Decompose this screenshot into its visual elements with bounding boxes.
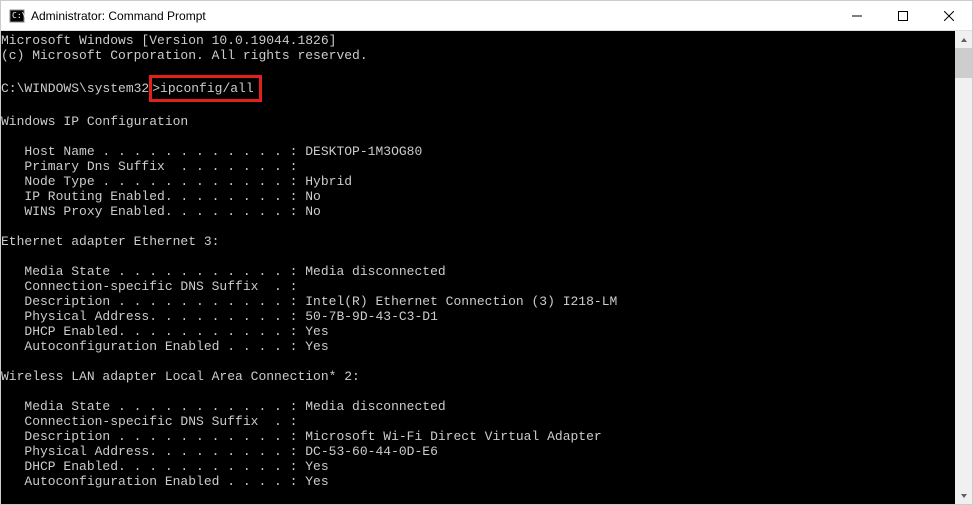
terminal-output[interactable]: Microsoft Windows [Version 10.0.19044.18… <box>1 31 955 504</box>
eth3-physical: Physical Address. . . . . . . . . : 50-7… <box>1 309 438 324</box>
host-name-line: Host Name . . . . . . . . . . . . : DESK… <box>1 144 422 159</box>
eth3-dhcp: DHCP Enabled. . . . . . . . . . . : Yes <box>1 324 329 339</box>
prompt-command: >ipconfig/all <box>152 81 253 96</box>
eth3-media-state: Media State . . . . . . . . . . . : Medi… <box>1 264 446 279</box>
wlan2-conn-suffix: Connection-specific DNS Suffix . : <box>1 414 297 429</box>
svg-text:C:\: C:\ <box>12 11 25 20</box>
window-controls <box>834 1 972 30</box>
window-title: Administrator: Command Prompt <box>31 9 834 23</box>
scrollbar-down-button[interactable] <box>955 487 972 504</box>
maximize-button[interactable] <box>880 1 926 30</box>
copyright-line: (c) Microsoft Corporation. All rights re… <box>1 48 368 63</box>
section-wlan2: Wireless LAN adapter Local Area Connecti… <box>1 369 360 384</box>
scrollbar-up-button[interactable] <box>955 31 972 48</box>
command-highlight: >ipconfig/all <box>149 75 261 102</box>
scrollbar-track[interactable] <box>955 48 972 487</box>
close-button[interactable] <box>926 1 972 30</box>
section-ipconfig: Windows IP Configuration <box>1 114 188 129</box>
command-prompt-window: C:\ Administrator: Command Prompt Micros… <box>0 0 973 505</box>
minimize-button[interactable] <box>834 1 880 30</box>
prompt-path: C:\WINDOWS\system32 <box>1 81 149 96</box>
eth3-description: Description . . . . . . . . . . . : Inte… <box>1 294 617 309</box>
eth3-conn-suffix: Connection-specific DNS Suffix . : <box>1 279 297 294</box>
titlebar: C:\ Administrator: Command Prompt <box>1 1 972 31</box>
vertical-scrollbar[interactable] <box>955 31 972 504</box>
wlan2-description: Description . . . . . . . . . . . : Micr… <box>1 429 602 444</box>
scrollbar-thumb[interactable] <box>955 48 972 78</box>
wlan2-autoconfig: Autoconfiguration Enabled . . . . : Yes <box>1 474 329 489</box>
ip-routing-line: IP Routing Enabled. . . . . . . . : No <box>1 189 321 204</box>
node-type-line: Node Type . . . . . . . . . . . . : Hybr… <box>1 174 352 189</box>
primary-dns-line: Primary Dns Suffix . . . . . . . : <box>1 159 297 174</box>
wlan2-media-state: Media State . . . . . . . . . . . : Medi… <box>1 399 446 414</box>
wins-proxy-line: WINS Proxy Enabled. . . . . . . . : No <box>1 204 321 219</box>
content-wrapper: Microsoft Windows [Version 10.0.19044.18… <box>1 31 972 504</box>
section-eth3: Ethernet adapter Ethernet 3: <box>1 234 219 249</box>
cmd-icon: C:\ <box>9 8 25 24</box>
wlan2-dhcp: DHCP Enabled. . . . . . . . . . . : Yes <box>1 459 329 474</box>
version-line: Microsoft Windows [Version 10.0.19044.18… <box>1 33 336 48</box>
eth3-autoconfig: Autoconfiguration Enabled . . . . : Yes <box>1 339 329 354</box>
wlan2-physical: Physical Address. . . . . . . . . : DC-5… <box>1 444 438 459</box>
